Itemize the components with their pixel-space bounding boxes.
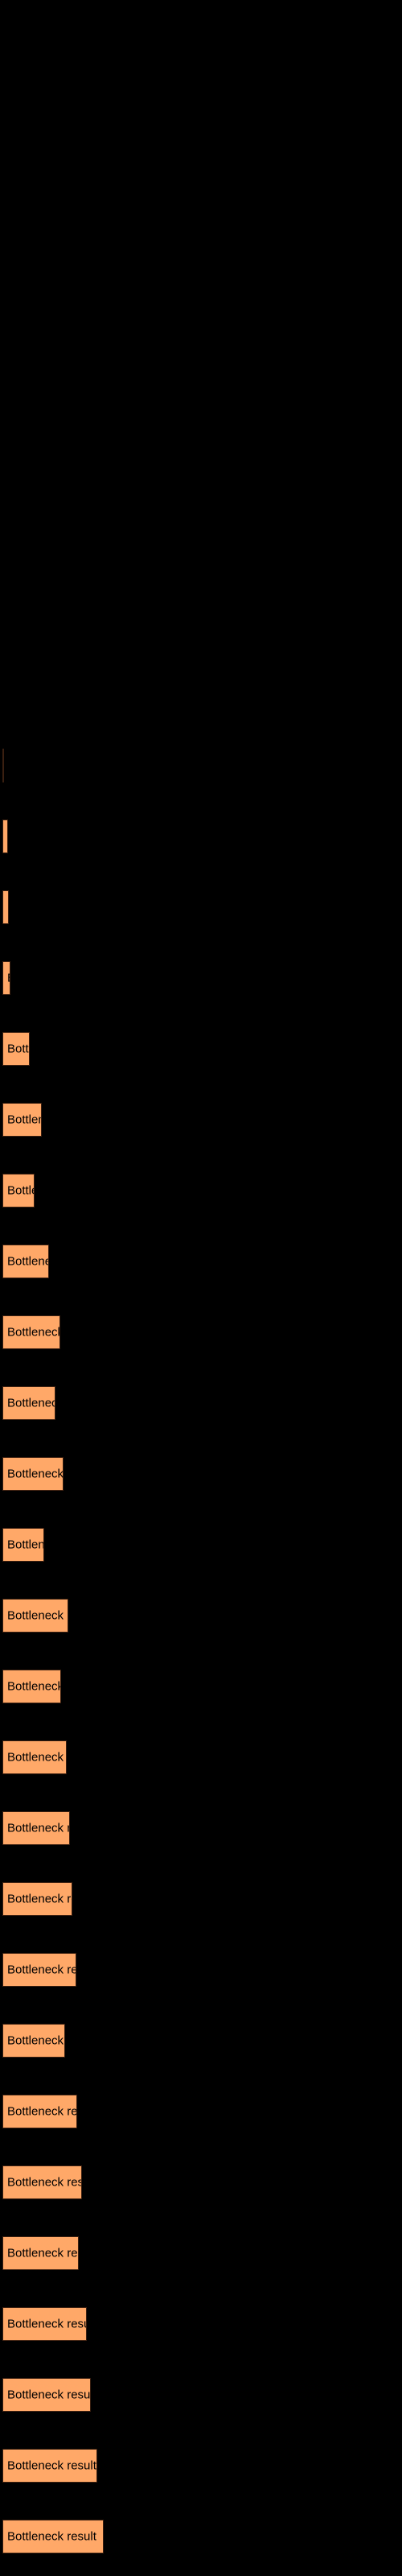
- chart-bar-label: Bottleneck result: [7, 1538, 44, 1552]
- chart-bar[interactable]: Bottleneck result: [2, 1245, 49, 1278]
- chart-bar-label: Bottleneck result: [7, 1821, 69, 1835]
- chart-bar[interactable]: Bottleneck result: [2, 1528, 44, 1562]
- chart-bar[interactable]: Bottleneck result: [2, 2095, 77, 2128]
- chart-bar-label: Bottleneck result: [7, 1325, 60, 1340]
- chart-bar[interactable]: Bottleneck result: [2, 1599, 68, 1633]
- chart-bar-label: Bottleneck result: [7, 1042, 30, 1056]
- chart-bar-label: Bottleneck result: [7, 2317, 86, 2331]
- chart-bar[interactable]: Bottleneck result: [2, 1670, 61, 1703]
- chart-bar-label: Bottleneck result: [7, 1608, 68, 1623]
- chart-bar[interactable]: Bottleneck result: [2, 1882, 72, 1916]
- chart-bar[interactable]: Bottleneck result: [2, 2449, 97, 2483]
- chart-bar[interactable]: Bottleneck result: [2, 1740, 67, 1774]
- page-root: TheBottlenecker.com Bottleneck resultBot…: [0, 0, 402, 2576]
- chart-bar[interactable]: Bottleneck result: [2, 890, 9, 924]
- chart-bar[interactable]: Bottleneck result: [2, 961, 10, 995]
- chart-bar-label: Bottleneck result: [7, 972, 10, 985]
- chart-bar-label: Bottleneck result: [7, 2033, 64, 2048]
- chart-bar-label: Bottleneck result: [7, 1396, 55, 1410]
- chart-plot-area: Bottleneck result Bottleneck result Bottle…: [0, 0, 402, 2576]
- chart-bar[interactable]: Bottleneck result: [2, 2307, 87, 2341]
- chart-bar-label: Bottleneck result: [7, 1183, 34, 1198]
- chart-bar[interactable]: Bottleneck result: [2, 1953, 76, 1987]
- chart-bar[interactable]: Bottleneck result: [2, 2520, 104, 2553]
- chart-bar[interactable]: Bottleneck result: [2, 1174, 35, 1208]
- chart-bar-label: Bottleneck result: [7, 831, 8, 843]
- chart-bar[interactable]: Bottleneck result: [2, 1386, 55, 1420]
- chart-bar[interactable]: Bottleneck result: [2, 2378, 91, 2412]
- chart-bar-label: Bottleneck result: [7, 1750, 66, 1765]
- chart-bar[interactable]: Bottleneck result: [2, 1457, 64, 1491]
- chart-bar-label: Bottleneck result: [7, 1254, 48, 1269]
- chart-bar[interactable]: Bottleneck result: [2, 2236, 79, 2270]
- chart-bar[interactable]: Bottleneck result: [2, 2165, 82, 2199]
- bottleneck-bar-chart: Bottleneck result Bottleneck result Bottle…: [0, 0, 402, 2576]
- chart-bar-label: Bottleneck result: [7, 1467, 64, 1481]
- chart-bar[interactable]: Bottleneck result: [2, 749, 4, 782]
- chart-bar[interactable]: Bottleneck result: [2, 1032, 30, 1066]
- chart-bar[interactable]: Bottleneck result: [2, 1103, 42, 1137]
- chart-bar-label: Bottleneck result: [7, 1963, 76, 1977]
- chart-bar[interactable]: Bottleneck result: [2, 1315, 60, 1349]
- chart-bar-label: Bottleneck result: [7, 1892, 72, 1906]
- chart-bar-label: Bottleneck result: [7, 2529, 96, 2544]
- chart-bar-label: Bottleneck result: [7, 2175, 82, 2190]
- chart-bar-label: Bottleneck result: [7, 2458, 96, 2473]
- chart-bar-label: Bottleneck result: [7, 2104, 77, 2119]
- chart-bar-label: Bottleneck result: [7, 1113, 41, 1127]
- chart-bar-label: Bottleneck result: [7, 2246, 78, 2260]
- chart-bar[interactable]: Bottleneck result: [2, 2024, 65, 2058]
- chart-bar-label: Bottleneck result: [7, 2388, 91, 2402]
- chart-bar[interactable]: Bottleneck result: [2, 1811, 70, 1845]
- chart-bar-label: Bottleneck result: [7, 902, 8, 914]
- chart-bar[interactable]: Bottleneck result: [2, 819, 8, 853]
- chart-bar-label: Bottleneck result: [7, 1679, 61, 1694]
